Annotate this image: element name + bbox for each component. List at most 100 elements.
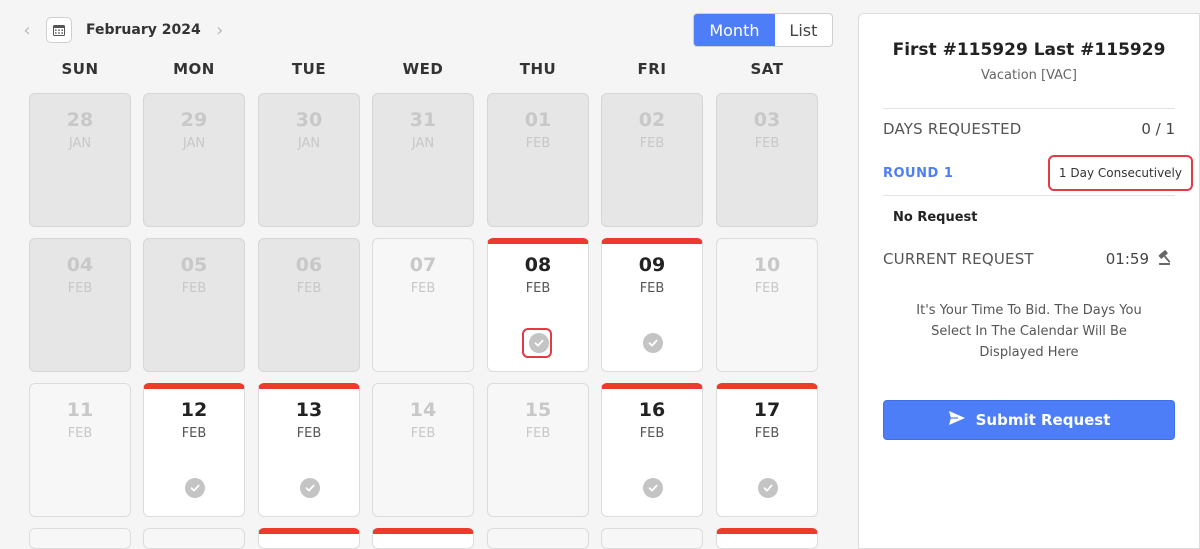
day-month: FEB bbox=[181, 426, 207, 441]
day-number: 06 bbox=[295, 254, 323, 276]
calendar-icon[interactable] bbox=[46, 17, 72, 43]
view-list-button[interactable]: List bbox=[775, 14, 832, 46]
calendar-day: 31 JAN bbox=[372, 93, 474, 227]
day-number: 08 bbox=[524, 254, 552, 276]
current-request-label: CURRENT REQUEST bbox=[883, 250, 1034, 268]
calendar-day: 06 FEB bbox=[258, 238, 360, 372]
day-number: 16 bbox=[638, 399, 666, 421]
calendar-day: 14 FEB bbox=[372, 383, 474, 517]
day-number: 31 bbox=[409, 109, 437, 131]
day-number: 12 bbox=[180, 399, 208, 421]
day-month: FEB bbox=[639, 136, 665, 151]
select-check-icon[interactable] bbox=[300, 478, 320, 498]
calendar-day: 03 FEB bbox=[716, 93, 818, 227]
calendar-day: 02 FEB bbox=[601, 93, 703, 227]
no-request-text: No Request bbox=[893, 210, 978, 225]
day-month: FEB bbox=[754, 136, 780, 151]
select-check-icon[interactable] bbox=[643, 333, 663, 353]
day-month: FEB bbox=[67, 281, 93, 296]
select-check-icon[interactable] bbox=[758, 478, 778, 498]
day-number: 30 bbox=[295, 109, 323, 131]
calendar-day: 01 FEB bbox=[487, 93, 589, 227]
request-panel: First #115929 Last #115929 Vacation [VAC… bbox=[858, 13, 1200, 549]
day-number: 05 bbox=[180, 254, 208, 276]
weekday-header: WED bbox=[402, 60, 444, 78]
submit-request-button[interactable]: Submit Request bbox=[883, 400, 1175, 440]
calendar-day: 11 FEB bbox=[29, 383, 131, 517]
day-number: 07 bbox=[409, 254, 437, 276]
calendar-day bbox=[29, 528, 131, 549]
day-month: FEB bbox=[67, 426, 93, 441]
day-month: FEB bbox=[410, 281, 436, 296]
prev-month-icon[interactable]: ‹ bbox=[18, 16, 36, 44]
calendar-day[interactable]: 16 FEB bbox=[601, 383, 703, 517]
day-number: 02 bbox=[638, 109, 666, 131]
day-number: 04 bbox=[66, 254, 94, 276]
day-number: 01 bbox=[524, 109, 552, 131]
consecutive-badge: 1 Day Consecutively bbox=[1047, 155, 1193, 191]
day-month: FEB bbox=[296, 281, 322, 296]
calendar-day: 04 FEB bbox=[29, 238, 131, 372]
days-requested-label: DAYS REQUESTED bbox=[883, 120, 1022, 138]
day-month: FEB bbox=[639, 426, 665, 441]
calendar-day[interactable]: 08 FEB bbox=[487, 238, 589, 372]
calendar-panel: ‹ February 2024 › Month List SUN MON TUE WE… bbox=[0, 0, 845, 549]
day-month: FEB bbox=[410, 426, 436, 441]
calendar-day[interactable]: 17 FEB bbox=[716, 383, 818, 517]
weekday-header: FRI bbox=[637, 60, 667, 78]
select-check-icon[interactable] bbox=[529, 333, 549, 353]
calendar-day: 10 FEB bbox=[716, 238, 818, 372]
calendar-day: 30 JAN bbox=[258, 93, 360, 227]
day-number: 11 bbox=[66, 399, 94, 421]
calendar-day bbox=[143, 528, 245, 549]
timer-value: 01:59 bbox=[1105, 250, 1149, 268]
day-month: JAN bbox=[411, 136, 435, 151]
weekday-header: SUN bbox=[61, 60, 99, 78]
month-title: February 2024 bbox=[86, 22, 201, 38]
day-month: FEB bbox=[181, 281, 207, 296]
days-requested-value: 0 / 1 bbox=[1141, 120, 1175, 138]
timer: 01:59 bbox=[1106, 248, 1175, 270]
calendar-day[interactable] bbox=[258, 528, 360, 549]
weekday-header: MON bbox=[173, 60, 215, 78]
select-check-icon[interactable] bbox=[643, 478, 663, 498]
divider bbox=[883, 195, 1175, 196]
calendar-day[interactable]: 13 FEB bbox=[258, 383, 360, 517]
day-number: 28 bbox=[66, 109, 94, 131]
view-month-button[interactable]: Month bbox=[694, 14, 775, 46]
select-check-icon[interactable] bbox=[185, 478, 205, 498]
day-month: FEB bbox=[525, 136, 551, 151]
round-row: ROUND 1 1 Day Consecutively bbox=[883, 154, 1193, 192]
day-month: JAN bbox=[182, 136, 206, 151]
gavel-icon bbox=[1157, 248, 1175, 270]
day-month: FEB bbox=[525, 426, 551, 441]
calendar-day bbox=[601, 528, 703, 549]
next-month-icon[interactable]: › bbox=[211, 16, 229, 44]
calendar-day: 29 JAN bbox=[143, 93, 245, 227]
calendar-day bbox=[487, 528, 589, 549]
day-month: FEB bbox=[754, 281, 780, 296]
day-number: 10 bbox=[753, 254, 781, 276]
day-number: 09 bbox=[638, 254, 666, 276]
calendar-day[interactable]: 12 FEB bbox=[143, 383, 245, 517]
weekday-header: TUE bbox=[291, 60, 327, 78]
employee-name: First #115929 Last #115929 bbox=[892, 40, 1166, 60]
calendar-day: 15 FEB bbox=[487, 383, 589, 517]
day-month: FEB bbox=[296, 426, 322, 441]
day-number: 13 bbox=[295, 399, 323, 421]
send-icon bbox=[948, 410, 966, 430]
day-month: FEB bbox=[525, 281, 551, 296]
current-request-row: CURRENT REQUEST 01:59 bbox=[883, 248, 1175, 270]
day-number: 29 bbox=[180, 109, 208, 131]
days-requested-row: DAYS REQUESTED 0 / 1 bbox=[883, 118, 1175, 140]
round-label: ROUND 1 bbox=[883, 165, 954, 181]
view-toggle: Month List bbox=[693, 13, 833, 47]
calendar-day[interactable] bbox=[716, 528, 818, 549]
weekday-header: SAT bbox=[750, 60, 784, 78]
day-number: 15 bbox=[524, 399, 552, 421]
day-number: 03 bbox=[753, 109, 781, 131]
calendar-day[interactable]: 09 FEB bbox=[601, 238, 703, 372]
calendar-day[interactable] bbox=[372, 528, 474, 549]
weekday-header: THU bbox=[519, 60, 557, 78]
calendar-day: 07 FEB bbox=[372, 238, 474, 372]
